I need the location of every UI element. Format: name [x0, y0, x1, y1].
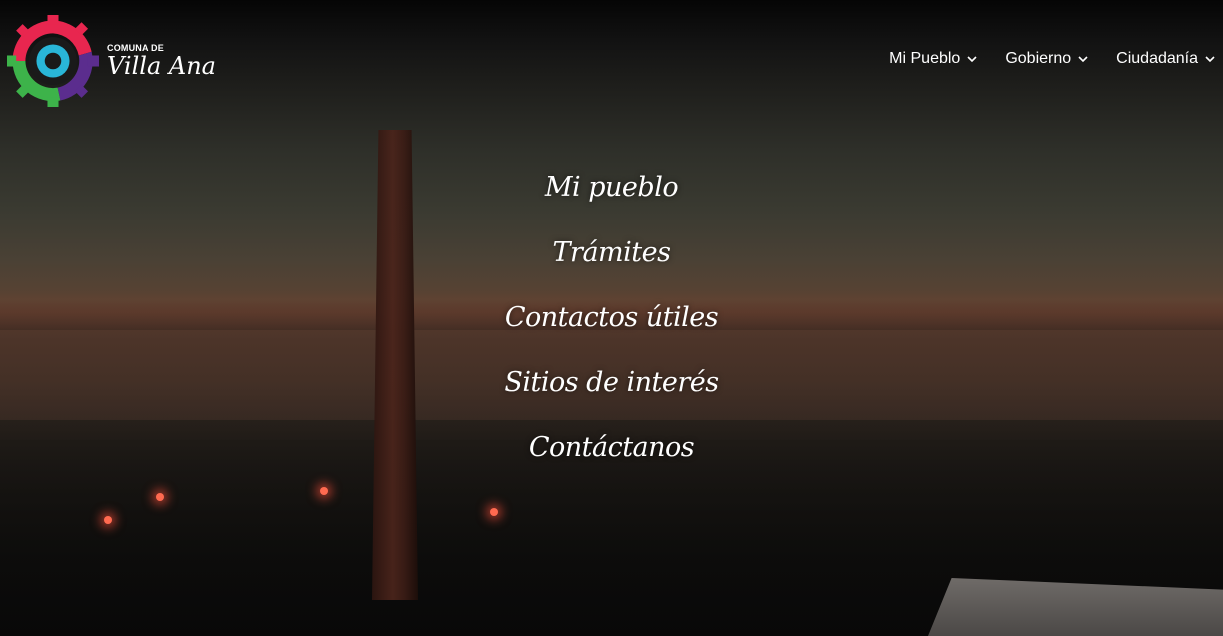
nav-item-mi-pueblo[interactable]: Mi Pueblo — [889, 50, 977, 68]
hero-quick-links: Mi pueblo Trámites Contactos útiles Siti… — [0, 165, 1223, 490]
hero-link-contactos-utiles[interactable]: Contactos útiles — [0, 295, 1223, 360]
hero-link-sitios-de-interes[interactable]: Sitios de interés — [0, 360, 1223, 425]
hero-link-tramites[interactable]: Trámites — [0, 230, 1223, 295]
street-light — [104, 516, 112, 524]
chevron-down-icon — [1078, 56, 1088, 63]
main-nav: Mi Pueblo Gobierno Ciudadanía — [861, 50, 1215, 68]
hero-link-contactanos[interactable]: Contáctanos — [0, 425, 1223, 490]
chevron-down-icon — [967, 56, 977, 63]
hero-link-mi-pueblo[interactable]: Mi pueblo — [0, 165, 1223, 230]
logo-text: COMUNA DE Villa Ana — [107, 43, 216, 79]
chevron-down-icon — [1205, 56, 1215, 63]
nav-item-label: Ciudadanía — [1116, 50, 1198, 67]
site-header: COMUNA DE Villa Ana Mi Pueblo Gobierno C… — [0, 0, 1223, 120]
home-logo-link[interactable]: COMUNA DE Villa Ana — [7, 14, 216, 108]
nav-item-gobierno[interactable]: Gobierno — [1005, 50, 1088, 68]
nav-item-label: Mi Pueblo — [889, 50, 961, 67]
logo-brand-name: Villa Ana — [107, 52, 216, 80]
nav-item-ciudadania[interactable]: Ciudadanía — [1116, 50, 1215, 68]
street-light — [490, 508, 498, 516]
street-light — [156, 493, 164, 501]
gear-eye-logo-icon — [7, 15, 99, 107]
nav-item-label: Gobierno — [1005, 50, 1072, 67]
